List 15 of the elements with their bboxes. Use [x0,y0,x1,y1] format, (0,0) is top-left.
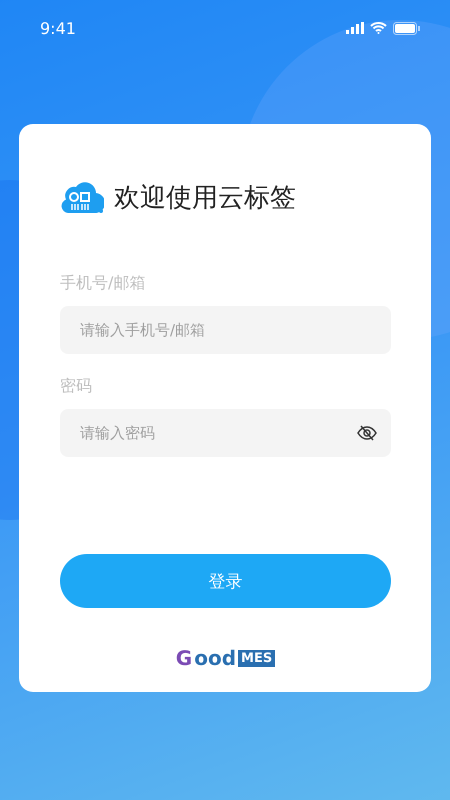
status-time: 9:41 [40,18,76,38]
password-field[interactable]: 请输入密码 [60,409,391,457]
cloud-logo-icon [60,180,104,214]
signal-icon [346,22,364,34]
account-field[interactable]: 请输入手机号/邮箱 [60,306,391,354]
brand-badge: MES [238,650,276,666]
field-label: 密码 [60,376,93,397]
brand-letter: G [176,646,192,670]
wifi-icon [370,22,387,34]
battery-icon [393,22,420,34]
brand-name: ood [194,646,236,670]
eye-hidden-icon[interactable] [357,424,377,442]
field-label: 手机号/邮箱 [60,273,146,294]
login-button[interactable]: 登录 [60,554,391,608]
welcome-title: 欢迎使用云标签 [114,182,296,215]
